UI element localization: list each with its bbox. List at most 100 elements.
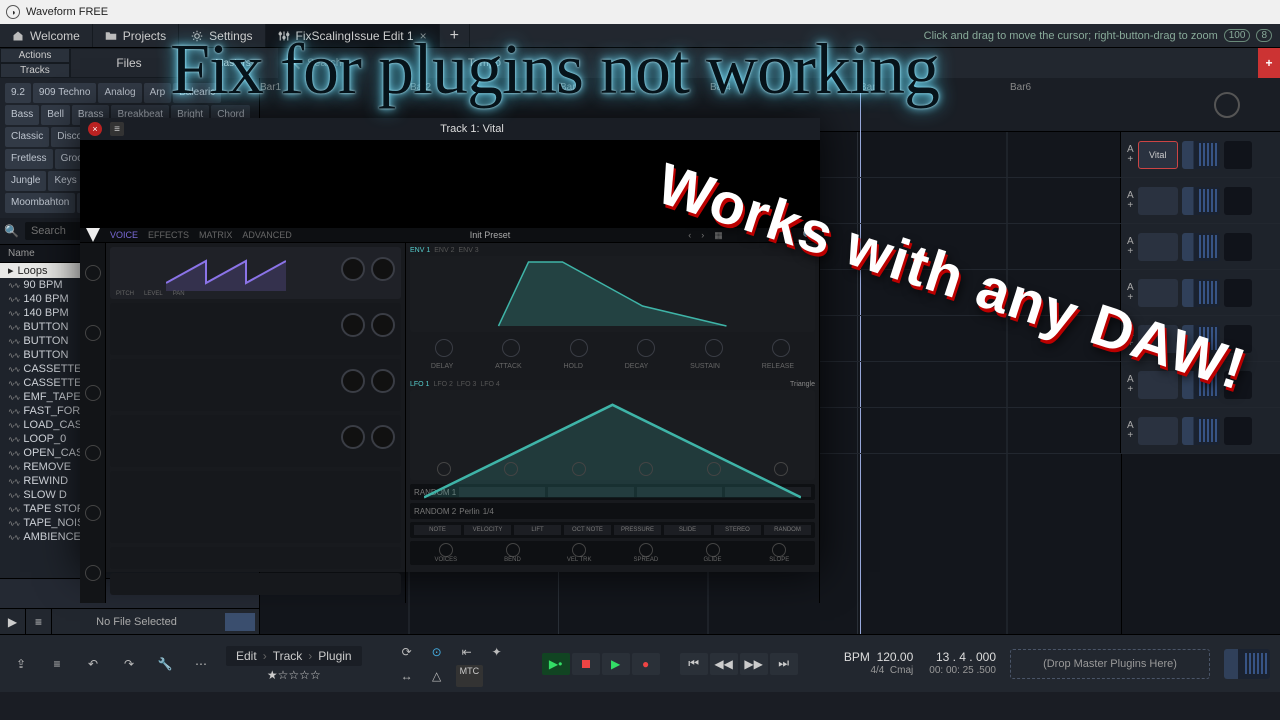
- forward-end[interactable]: ⏭: [770, 653, 798, 675]
- master-plugins-drop[interactable]: (Drop Master Plugins Here): [1010, 649, 1210, 679]
- plugin-menu-button[interactable]: ≡: [110, 122, 124, 136]
- mod-source[interactable]: NOTE: [414, 525, 461, 535]
- tab-welcome[interactable]: Welcome: [0, 24, 93, 47]
- zoom-badge-2[interactable]: 8: [1256, 29, 1272, 42]
- mod-src-row[interactable]: NOTEVELOCITYLIFTOCT NOTEPRESSURESLIDESTE…: [410, 522, 815, 538]
- file-list-button[interactable]: ≡: [26, 609, 52, 635]
- macro-knob[interactable]: [80, 303, 105, 363]
- plugin-close-button[interactable]: ×: [88, 122, 102, 136]
- track-mixer[interactable]: [1182, 141, 1220, 169]
- track-output[interactable]: [1224, 141, 1252, 169]
- lfo-tab-3[interactable]: LFO 3: [457, 381, 476, 388]
- rewind-start[interactable]: ⏮: [680, 653, 708, 675]
- track-output[interactable]: [1224, 233, 1252, 261]
- macro-knob[interactable]: [80, 423, 105, 483]
- mod-source[interactable]: VELOCITY: [464, 525, 511, 535]
- breadcrumb[interactable]: Edit › Track › Plugin: [226, 646, 362, 666]
- mod-source[interactable]: SLIDE: [664, 525, 711, 535]
- tag-moombahton[interactable]: Moombahton: [5, 193, 75, 213]
- tracks-button[interactable]: Tracks: [0, 63, 70, 78]
- file-play-button[interactable]: ▶: [0, 609, 26, 635]
- env-knob[interactable]: [772, 339, 790, 357]
- filter-1[interactable]: [110, 471, 401, 543]
- key[interactable]: Cmaj: [890, 665, 913, 676]
- plugin-slot[interactable]: [1138, 371, 1178, 399]
- lfo-knob[interactable]: [437, 462, 451, 476]
- scroll-icon[interactable]: ↔: [396, 665, 418, 687]
- osc-2[interactable]: [110, 303, 401, 355]
- track-mixer[interactable]: [1182, 187, 1220, 215]
- vital-next-preset[interactable]: ›: [701, 230, 704, 240]
- lfo-tab-4[interactable]: LFO 4: [480, 381, 499, 388]
- track-output[interactable]: [1224, 417, 1252, 445]
- env-tab-1[interactable]: ENV 1: [410, 247, 430, 254]
- actions-button[interactable]: Actions: [0, 48, 70, 63]
- macro-knob[interactable]: [80, 483, 105, 543]
- track-mixer[interactable]: [1182, 233, 1220, 261]
- env-knob[interactable]: [435, 339, 453, 357]
- loop-icon[interactable]: ⟳: [396, 641, 418, 663]
- vital-plugin-ui[interactable]: VOICE EFFECTS MATRIX ADVANCED Init Prese…: [80, 228, 820, 572]
- osc1-knob-a[interactable]: [341, 257, 365, 281]
- tab-project[interactable]: FixScalingIssue Edit 1 ×: [266, 24, 440, 47]
- plugin-slot[interactable]: [1138, 187, 1178, 215]
- global-track-button[interactable]: [1214, 92, 1240, 118]
- tab-add[interactable]: +: [440, 24, 470, 47]
- crumb-edit[interactable]: Edit: [236, 649, 257, 663]
- mod-source[interactable]: LIFT: [514, 525, 561, 535]
- bpm-value[interactable]: 120.00: [877, 650, 914, 664]
- plugin-slot-vital[interactable]: Vital: [1138, 141, 1178, 169]
- lfo-display[interactable]: [410, 390, 815, 480]
- play-button[interactable]: ▶: [602, 653, 630, 675]
- plugin-window[interactable]: × ≡ Track 1: Vital VOICE EFFECTS MATRIX …: [80, 118, 820, 572]
- global-knob[interactable]: SPREAD: [614, 543, 678, 563]
- plugin-slot[interactable]: [1138, 279, 1178, 307]
- tag-arp[interactable]: Arp: [144, 83, 172, 103]
- random-2-row[interactable]: RANDOM 2Perlin1/4: [410, 503, 815, 519]
- vital-preset-name[interactable]: Init Preset: [302, 230, 679, 240]
- pitch-wheel-row[interactable]: [110, 547, 401, 569]
- plugin-titlebar[interactable]: × ≡ Track 1: Vital: [80, 118, 820, 140]
- tag-bell[interactable]: Bell: [41, 105, 70, 125]
- mod-source[interactable]: PRESSURE: [614, 525, 661, 535]
- lfo-knob[interactable]: [572, 462, 586, 476]
- global-knob[interactable]: VOICES: [414, 543, 478, 563]
- tag-909-techno[interactable]: 909 Techno: [33, 83, 97, 103]
- track-mixer[interactable]: [1182, 371, 1220, 399]
- osc2-knob-b[interactable]: [371, 313, 395, 337]
- plugin-slot[interactable]: [1138, 417, 1178, 445]
- tag-balearic[interactable]: Balearic: [173, 83, 221, 103]
- punch-icon[interactable]: ⇤: [456, 641, 478, 663]
- vital-browse-icon[interactable]: ▦: [714, 230, 723, 241]
- env-knob[interactable]: [502, 339, 520, 357]
- env-knob[interactable]: [570, 339, 588, 357]
- global-knob[interactable]: BEND: [481, 543, 545, 563]
- metronome-icon[interactable]: △: [426, 665, 448, 687]
- plugin-slot[interactable]: [1138, 325, 1178, 353]
- redo-button[interactable]: ↷: [118, 653, 140, 675]
- smp-knob-a[interactable]: [341, 425, 365, 449]
- tag-analog[interactable]: Analog: [98, 83, 141, 103]
- lfo-knob[interactable]: [774, 462, 788, 476]
- lfo-knob[interactable]: [639, 462, 653, 476]
- vital-tab-effects[interactable]: EFFECTS: [148, 230, 189, 240]
- tag-bass[interactable]: Bass: [5, 105, 39, 125]
- timecode[interactable]: 00: 00: 25 .500: [929, 664, 996, 678]
- envelope-display[interactable]: [410, 256, 815, 332]
- vital-tab-matrix[interactable]: MATRIX: [199, 230, 232, 240]
- snap-icon[interactable]: ⊙: [426, 641, 448, 663]
- mod-wheel-row[interactable]: [110, 573, 401, 595]
- toolbar-search-input[interactable]: [307, 57, 420, 69]
- mod-source[interactable]: OCT NOTE: [564, 525, 611, 535]
- toolbar-search[interactable]: 🔍: [278, 48, 428, 78]
- click-icon[interactable]: ✦: [486, 641, 508, 663]
- export-icon[interactable]: ⇪: [10, 653, 32, 675]
- smp-knob-b[interactable]: [371, 425, 395, 449]
- osc-1[interactable]: PITCH LEVEL PAN: [110, 247, 401, 299]
- osc1-knob-b[interactable]: [371, 257, 395, 281]
- mod-source[interactable]: RANDOM: [764, 525, 811, 535]
- lfo-knob[interactable]: [504, 462, 518, 476]
- forward[interactable]: ▶▶: [740, 653, 768, 675]
- zoom-badge[interactable]: 100: [1224, 29, 1251, 42]
- track-mixer[interactable]: [1182, 279, 1220, 307]
